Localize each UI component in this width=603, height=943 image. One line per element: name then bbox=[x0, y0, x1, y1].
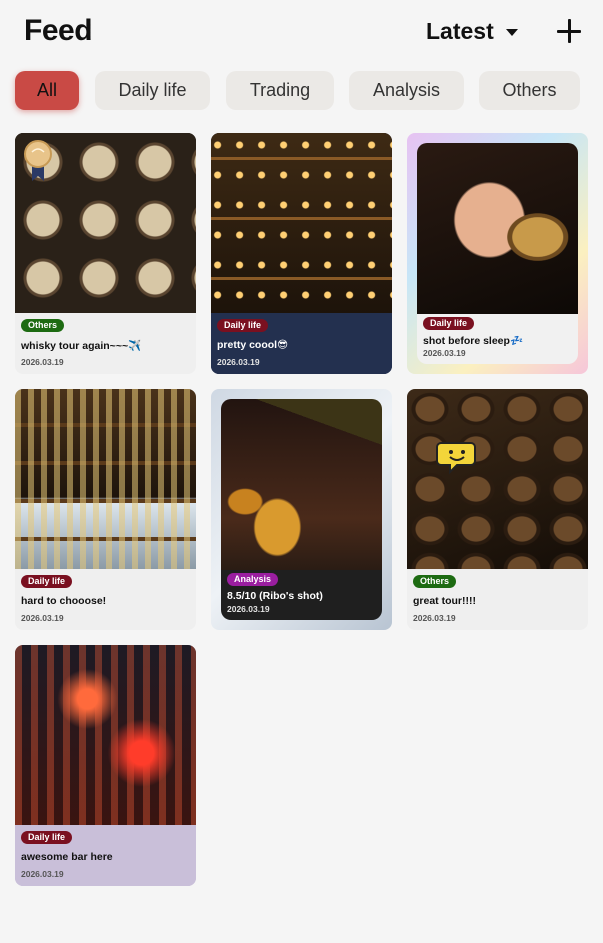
bar-shelves-photo bbox=[211, 133, 392, 313]
post-date: 2026.03.19 bbox=[217, 357, 260, 367]
post-caption: pretty coool😎 bbox=[217, 339, 289, 351]
category-badge: Daily life bbox=[21, 575, 73, 588]
post-caption: whisky tour again~~~✈️ bbox=[21, 340, 142, 352]
post-date: 2026.03.19 bbox=[423, 348, 466, 358]
chip-analysis[interactable]: Analysis bbox=[349, 71, 464, 110]
post-card[interactable]: Others great tour!!!! 2026.03.19 bbox=[407, 389, 588, 630]
post-card[interactable]: Daily life awesome bar here 2026.03.19 bbox=[15, 645, 196, 886]
medal-icon bbox=[24, 140, 52, 181]
post-date: 2026.03.19 bbox=[21, 869, 64, 879]
category-badge: Daily life bbox=[21, 831, 73, 844]
chat-sticker-icon bbox=[436, 442, 476, 475]
bottle-shelves-photo bbox=[15, 389, 196, 569]
chip-others[interactable]: Others bbox=[479, 71, 580, 110]
sort-dropdown[interactable]: Latest bbox=[426, 18, 518, 45]
category-badge: Others bbox=[413, 575, 457, 588]
post-caption: 8.5/10 (Ribo's shot) bbox=[227, 590, 323, 602]
category-badge: Analysis bbox=[227, 573, 279, 586]
category-badge: Others bbox=[21, 319, 65, 332]
post-card[interactable]: Daily life shot before sleep💤 2026.03.19 bbox=[407, 133, 588, 374]
post-date: 2026.03.19 bbox=[413, 613, 456, 623]
chip-all[interactable]: All bbox=[15, 71, 79, 110]
sort-label: Latest bbox=[426, 18, 494, 44]
category-badge: Daily life bbox=[217, 319, 269, 332]
hand-glass-photo bbox=[417, 143, 578, 314]
chip-trading[interactable]: Trading bbox=[226, 71, 334, 110]
post-card[interactable]: Others whisky tour again~~~✈️ 2026.03.19 bbox=[15, 133, 196, 374]
post-caption: great tour!!!! bbox=[413, 595, 476, 607]
post-caption: shot before sleep💤 bbox=[423, 335, 524, 347]
post-date: 2026.03.19 bbox=[21, 613, 64, 623]
caret-down-icon bbox=[505, 29, 518, 36]
pouring-photo bbox=[221, 399, 382, 570]
post-card[interactable]: Daily life hard to chooose! 2026.03.19 bbox=[15, 389, 196, 630]
add-post-button[interactable] bbox=[556, 18, 582, 44]
post-date: 2026.03.19 bbox=[21, 357, 64, 367]
post-date: 2026.03.19 bbox=[227, 604, 270, 614]
page-title: Feed bbox=[24, 14, 93, 47]
category-badge: Daily life bbox=[423, 317, 475, 330]
header: Feed Latest bbox=[0, 0, 603, 62]
post-caption: hard to chooose! bbox=[21, 595, 107, 607]
post-card[interactable]: Daily life pretty coool😎 2026.03.19 bbox=[211, 133, 392, 374]
post-card[interactable]: Analysis 8.5/10 (Ribo's shot) 2026.03.19 bbox=[211, 389, 392, 630]
cellar-photo bbox=[407, 389, 588, 569]
neon-bottles-photo bbox=[15, 645, 196, 825]
chip-daily-life[interactable]: Daily life bbox=[95, 71, 210, 110]
post-caption: awesome bar here bbox=[21, 851, 113, 863]
